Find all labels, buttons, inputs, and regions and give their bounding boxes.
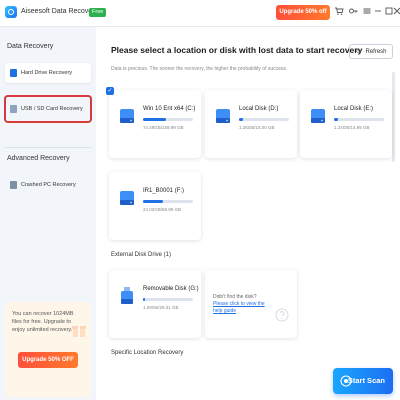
sidebar: Data Recovery Hard Drive Recovery USB / …: [0, 27, 96, 400]
help-card: Didn't find the disk? Please click to vi…: [205, 270, 297, 338]
data-recovery-section-title: Data Recovery: [7, 43, 54, 50]
drive-name: Removable Disk (G:): [143, 286, 199, 292]
drive-card-e[interactable]: Local Disk (E:) 1.24GB/14.95 GB: [300, 90, 392, 158]
drive-name: Local Disk (D:): [239, 106, 279, 112]
drive-usage-fill: [143, 200, 163, 203]
drive-size: 1.26GB/15.00 GB: [239, 125, 275, 130]
upgrade-button[interactable]: Upgrade 50% off: [276, 5, 330, 20]
drive-usage-fill: [239, 118, 243, 121]
sidebar-item-label: Hard Drive Recovery: [21, 70, 73, 76]
promo-upgrade-button[interactable]: Upgrade 50% OFF: [18, 352, 78, 368]
close-icon[interactable]: [391, 6, 400, 18]
sidebar-divider: [5, 147, 91, 148]
hard-drive-icon: [120, 109, 134, 123]
advanced-recovery-section-title: Advanced Recovery: [7, 155, 70, 162]
drive-name: Local Disk (E:): [334, 106, 374, 112]
scan-icon: [340, 375, 352, 387]
specific-location-section-title: Specific Location Recovery: [111, 350, 184, 356]
drive-card-c[interactable]: ✓ Win 10 Ent x64 (C:) 74.49GB/159.99 GB: [106, 87, 201, 158]
drive-usage-bar: [334, 118, 384, 121]
drive-name: IR1_B0001 (F:): [143, 188, 185, 194]
app-title: Aiseesoft Data Recovery: [21, 8, 99, 15]
help-guide-link[interactable]: Please click to view the help guide: [213, 301, 265, 314]
drive-card-d[interactable]: Local Disk (D:) 1.26GB/15.00 GB: [205, 90, 297, 158]
sidebar-item-label: USB / SD Card Recovery: [21, 106, 83, 112]
hard-drive-icon: [10, 69, 17, 77]
drive-usage-fill: [143, 118, 166, 121]
drive-usage-bar: [239, 118, 289, 121]
drive-usage-bar: [143, 118, 193, 121]
crashed-pc-icon: [10, 181, 17, 189]
upgrade-promo-card: You can recover 1024MB files for free. U…: [5, 302, 91, 397]
start-scan-label: Start Scan: [347, 376, 385, 385]
drive-size: 74.49GB/159.99 GB: [143, 125, 184, 130]
drive-size: 1.09GB/29.31 GB: [143, 305, 179, 310]
usb-drive-icon: [121, 287, 133, 304]
hard-drive-icon: [120, 191, 134, 205]
help-text: Didn't find the disk? Please click to vi…: [213, 294, 273, 315]
refresh-icon: ↻: [355, 48, 361, 55]
drive-usage-bar: [143, 298, 193, 301]
main-panel: Please select a location or disk with lo…: [98, 27, 400, 400]
free-badge: Free: [89, 8, 107, 17]
drive-usage-fill: [143, 298, 145, 301]
drive-usage-fill: [334, 118, 338, 121]
external-disk-section-title: External Disk Drive (1): [111, 252, 172, 258]
title-bar: Aiseesoft Data Recovery Free Upgrade 50%…: [0, 0, 400, 27]
selected-check-icon: ✓: [106, 87, 114, 95]
refresh-button[interactable]: ↻ Refresh: [349, 44, 393, 59]
help-prefix: Didn't find the disk?: [213, 294, 257, 300]
usb-icon: [10, 105, 17, 113]
drive-size: 1.24GB/14.95 GB: [334, 125, 370, 130]
start-scan-button[interactable]: Start Scan: [333, 368, 393, 394]
cart-icon[interactable]: [333, 6, 345, 18]
hard-drive-icon: [311, 109, 325, 123]
scrollbar[interactable]: [392, 72, 395, 162]
drive-usage-bar: [143, 200, 193, 203]
sidebar-item-hard-drive-recovery[interactable]: Hard Drive Recovery: [5, 63, 91, 83]
key-icon[interactable]: [347, 6, 359, 18]
drive-name: Win 10 Ent x64 (C:): [143, 106, 196, 112]
drive-card-g[interactable]: Removable Disk (G:) 1.09GB/29.31 GB: [109, 270, 201, 338]
page-title: Please select a location or disk with lo…: [111, 45, 363, 55]
drive-size: 24.02GB/59.99 GB: [143, 207, 182, 212]
sidebar-item-label: Crashed PC Recovery: [21, 182, 76, 188]
sidebar-item-crashed-pc-recovery[interactable]: Crashed PC Recovery: [5, 175, 91, 195]
drive-card-f[interactable]: IR1_B0001 (F:) 24.02GB/59.99 GB: [109, 172, 201, 240]
gift-icon: [72, 326, 86, 337]
page-subtitle: Data is precious. The sooner the recover…: [111, 66, 288, 72]
question-icon: [275, 308, 289, 322]
app-logo-icon: [5, 6, 17, 18]
sidebar-item-usb-sd-card-recovery[interactable]: USB / SD Card Recovery: [4, 95, 92, 123]
hard-drive-icon: [216, 109, 230, 123]
